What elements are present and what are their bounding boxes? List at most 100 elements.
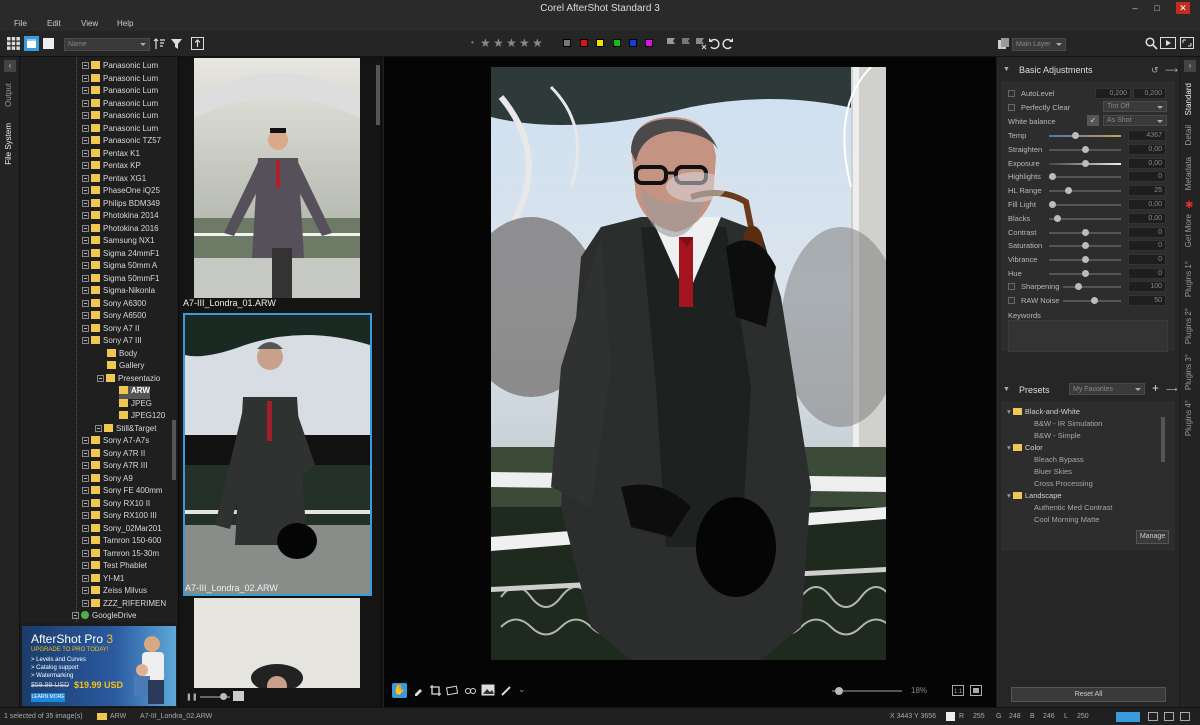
tree-item[interactable]: JPEG	[119, 398, 152, 412]
tab-plugins-4[interactable]: Plugins 4°	[1184, 400, 1193, 436]
adjust-slider-knob[interactable]	[1081, 228, 1089, 236]
label-yellow-swatch[interactable]	[596, 39, 604, 47]
main-photo[interactable]	[491, 67, 886, 660]
pin-adjust-icon[interactable]: ⟶	[1165, 65, 1178, 76]
adjust-slider[interactable]	[1049, 242, 1121, 250]
tree-item[interactable]: Sony A6500	[82, 311, 146, 324]
adjust-slider[interactable]	[1049, 214, 1121, 222]
slider-value[interactable]: 4367	[1128, 130, 1166, 141]
menu-edit[interactable]: Edit	[47, 19, 61, 28]
expand-toggle-icon[interactable]	[82, 512, 89, 519]
adjust-slider[interactable]	[1049, 173, 1121, 181]
expand-toggle-icon[interactable]	[82, 299, 89, 307]
tool-more-chevron-icon[interactable]: ⌄	[518, 684, 526, 695]
preset-folder[interactable]: ▾ Landscape	[1007, 491, 1062, 500]
star-1-icon[interactable]: ★	[480, 36, 491, 50]
slider-value[interactable]: 0	[1128, 226, 1166, 238]
tree-item[interactable]: Sony A7R II	[82, 448, 145, 462]
perfectly-clear-checkbox[interactable]	[1008, 104, 1015, 111]
collapse-left-icon[interactable]: ‹	[4, 60, 16, 72]
slider-value[interactable]: 0,00	[1128, 212, 1166, 224]
autolevel-checkbox[interactable]	[1008, 90, 1015, 97]
add-preset-icon[interactable]: +	[1152, 381, 1159, 395]
tree-item[interactable]: Sony A7-A7s	[82, 436, 149, 449]
tree-item[interactable]: Tamron 150-600	[82, 536, 161, 549]
slider-value[interactable]: 0,00	[1128, 199, 1166, 210]
presets-menu-icon[interactable]: ⟶	[1166, 385, 1177, 394]
maximize-icon[interactable]: □	[1150, 2, 1164, 14]
tree-item[interactable]: Pentax K1	[82, 148, 140, 162]
label-green-swatch[interactable]	[613, 39, 621, 47]
collapse-adjust-icon[interactable]: ▼	[1003, 66, 1010, 73]
expand-toggle-icon[interactable]	[82, 174, 89, 182]
aftershot-pro-ad[interactable]: AfterShot Pro 3 UPGRADE TO PRO TODAY! > …	[22, 626, 176, 706]
preset-item[interactable]: Bleach Bypass	[1034, 455, 1084, 464]
perfectly-clear-mode[interactable]: Tint Off	[1103, 101, 1167, 112]
thumb-size-slider[interactable]	[200, 693, 230, 700]
adjust-slider[interactable]	[1049, 256, 1121, 264]
preset-item[interactable]: Authentic Med Contrast	[1034, 503, 1112, 512]
preset-item[interactable]: B&W - IR Simulation	[1034, 419, 1102, 428]
expand-toggle-icon[interactable]	[82, 74, 89, 82]
autolevel-low-value[interactable]: 0,200	[1095, 88, 1131, 99]
expand-toggle-icon[interactable]	[82, 337, 89, 344]
flag-reject-icon[interactable]	[680, 37, 693, 50]
filmstrip-pause-icon[interactable]: ❚❚	[186, 693, 198, 701]
tree-item[interactable]: Panasonic TZ57	[82, 136, 161, 149]
tab-plugins-3[interactable]: Plugins 3°	[1184, 354, 1193, 390]
expand-toggle-icon[interactable]	[82, 149, 89, 157]
tree-item[interactable]: Sony_02Mar201	[82, 523, 162, 537]
expand-toggle-icon[interactable]	[82, 312, 89, 319]
tree-item[interactable]: Tamron 15-30m	[82, 548, 159, 562]
tab-output[interactable]: Output	[4, 83, 13, 107]
tree-item[interactable]: Panasonic Lum	[82, 111, 158, 124]
close-icon[interactable]: ✕	[1176, 2, 1190, 14]
expand-toggle-icon[interactable]	[97, 374, 104, 382]
minimize-icon[interactable]: –	[1128, 2, 1142, 14]
sort-order-icon[interactable]	[153, 37, 166, 50]
tree-item[interactable]: Panasonic Lum	[82, 73, 158, 87]
expand-toggle-icon[interactable]	[82, 112, 89, 119]
expand-toggle-icon[interactable]	[82, 199, 89, 207]
tree-item[interactable]: Pentax KP	[82, 161, 141, 174]
tree-item[interactable]: Sigma 24mmF1	[82, 248, 159, 262]
tree-item[interactable]: Sony A7 III	[82, 336, 142, 349]
presets-filter[interactable]: My Favorites	[1069, 383, 1145, 395]
label-red-swatch[interactable]	[580, 39, 588, 47]
thumbnail-3[interactable]	[194, 598, 360, 688]
expand-toggle-icon[interactable]	[82, 562, 89, 569]
label-purple-swatch[interactable]	[645, 39, 653, 47]
expand-toggle-icon[interactable]	[82, 487, 89, 494]
label-none-swatch[interactable]	[563, 39, 571, 47]
expand-toggle-icon[interactable]	[82, 324, 89, 332]
slider-value[interactable]: 0,00	[1128, 157, 1166, 169]
slider-value[interactable]: 25	[1128, 185, 1166, 197]
brush-icon[interactable]	[501, 685, 512, 696]
straighten-icon[interactable]	[446, 685, 458, 696]
presets-scrollbar[interactable]	[1161, 417, 1165, 462]
tab-file-system[interactable]: File System	[4, 123, 13, 165]
sort-combo[interactable]: Name	[64, 38, 150, 51]
fullscreen-icon[interactable]	[1180, 37, 1194, 50]
autolevel-high-value[interactable]: 0,200	[1133, 88, 1166, 99]
adjust-slider[interactable]	[1049, 228, 1121, 236]
label-blue-swatch[interactable]	[629, 39, 637, 47]
rotate-left-icon[interactable]	[708, 37, 721, 50]
tree-item[interactable]: Panasonic Lum	[82, 98, 158, 112]
expand-toggle-icon[interactable]	[82, 262, 89, 269]
collapse-presets-icon[interactable]: ▼	[1003, 386, 1010, 393]
retouch-image-icon[interactable]	[481, 684, 495, 696]
hand-tool-icon[interactable]: ✋	[392, 683, 407, 698]
expand-toggle-icon[interactable]	[82, 524, 89, 532]
reset-all-button[interactable]: Reset All	[1011, 687, 1166, 702]
single-view-icon[interactable]	[42, 37, 55, 50]
tree-item-selected[interactable]: ARW	[119, 386, 150, 399]
zoom-fit-icon[interactable]	[970, 685, 982, 696]
tab-plugins-1[interactable]: Plugins 1°	[1184, 261, 1193, 297]
tree-item[interactable]: GoogleDrive	[72, 611, 136, 622]
adjust-slider[interactable]	[1049, 145, 1121, 153]
tree-item[interactable]: Sony RX10 II	[82, 498, 150, 512]
adjust-slider-knob[interactable]	[1081, 145, 1089, 153]
menu-file[interactable]: File	[14, 19, 27, 28]
expand-toggle-icon[interactable]	[82, 549, 89, 557]
